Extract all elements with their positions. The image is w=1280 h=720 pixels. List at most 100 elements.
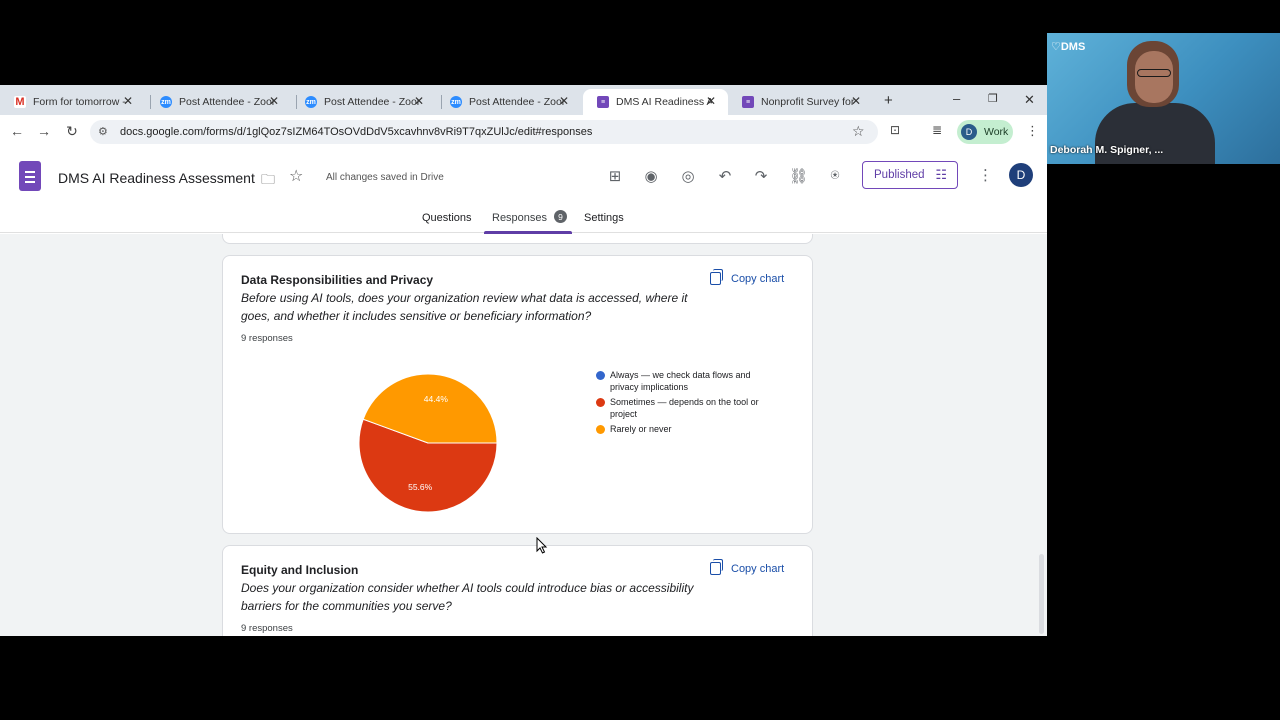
tab-title: Nonprofit Survey for (	[761, 96, 857, 108]
restore-icon[interactable]: ❐	[988, 92, 998, 105]
question-text: Before using AI tools, does your organiz…	[241, 291, 688, 323]
forward-icon[interactable]: →	[35, 123, 53, 139]
close-icon[interactable]: ✕	[706, 94, 716, 108]
addon-icon[interactable]: ⊞	[606, 167, 624, 185]
responses-count-badge: 9	[554, 210, 567, 223]
tab-questions[interactable]: Questions	[422, 212, 472, 224]
palette-icon[interactable]: ◉	[642, 167, 660, 185]
copy-icon	[710, 269, 723, 285]
account-avatar[interactable]: D	[1009, 163, 1033, 187]
site-info-icon[interactable]: ⚙	[98, 125, 108, 138]
legend-label: Rarely or never	[610, 424, 672, 434]
tab-responses[interactable]: Responses	[492, 212, 547, 224]
question-text: Does your organization consider whether …	[241, 581, 694, 613]
pie-data-label: 55.6%	[408, 482, 433, 492]
redo-icon[interactable]: ↷	[752, 167, 770, 185]
copy-chart-label: Copy chart	[731, 272, 785, 285]
response-count: 9 responses	[241, 623, 293, 634]
copy-chart-button[interactable]: Copy chart	[710, 269, 785, 285]
close-icon[interactable]: ✕	[851, 94, 861, 108]
summary-card: Equity and Inclusion Does your organizat…	[222, 545, 813, 636]
close-icon[interactable]: ✕	[269, 94, 279, 108]
media-icon[interactable]: ≣	[932, 123, 942, 137]
url-text: docs.google.com/forms/d/1glQoz7sIZM64TOs…	[120, 126, 593, 138]
browser-tab[interactable]: zm Post Attendee - Zoom ✕	[291, 89, 436, 115]
lens-icon[interactable]: ⊡	[890, 123, 900, 137]
back-icon[interactable]: ←	[8, 123, 26, 139]
folder-icon[interactable]: 🗀	[261, 169, 275, 193]
legend-label: Sometimes — depends on the tool or proje…	[610, 397, 759, 419]
legend-swatch	[596, 371, 605, 380]
gmail-icon: M	[14, 96, 26, 108]
browser-window: M Form for tomorrow - c ✕ zm Post Attend…	[0, 85, 1047, 636]
copy-chart-label: Copy chart	[731, 562, 785, 575]
close-icon[interactable]: ✕	[559, 94, 569, 108]
star-icon[interactable]: ☆	[289, 166, 303, 186]
legend-item: Rarely or never	[596, 423, 776, 435]
tab-title: Post Attendee - Zoom	[469, 96, 565, 108]
profile-button[interactable]: D Work	[957, 120, 1013, 144]
browser-menu-icon[interactable]: ⋮	[1026, 123, 1039, 139]
zoom-icon: zm	[305, 96, 317, 108]
reload-icon[interactable]: ↻	[63, 123, 81, 140]
browser-tab-active[interactable]: ≡ DMS AI Readiness Ass ✕	[583, 89, 728, 115]
forms-header: DMS AI Readiness Assessment 🗀 ☆ All chan…	[0, 149, 1047, 234]
mouse-cursor-icon	[536, 537, 548, 554]
tab-title: Form for tomorrow - c	[33, 96, 129, 108]
url-field[interactable]: ⚙ docs.google.com/forms/d/1glQoz7sIZM64T…	[90, 120, 878, 144]
tab-settings[interactable]: Settings	[584, 212, 624, 224]
browser-tab[interactable]: zm Post Attendee - Zoom ✕	[436, 89, 581, 115]
minimize-icon[interactable]: –	[953, 91, 960, 106]
tab-title: Post Attendee - Zoom	[324, 96, 420, 108]
save-status: All changes saved in Drive	[326, 172, 444, 183]
browser-tab[interactable]: ≡ Nonprofit Survey for ( ✕	[728, 89, 873, 115]
copy-icon	[710, 559, 723, 575]
question-section-title: Data Responsibilities and Privacy	[241, 273, 434, 287]
zoom-icon: zm	[160, 96, 172, 108]
add-collaborator-icon[interactable]: ⍟	[826, 167, 844, 184]
form-title[interactable]: DMS AI Readiness Assessment	[58, 170, 255, 186]
response-count: 9 responses	[241, 333, 293, 344]
window-close-icon[interactable]: ✕	[1024, 92, 1035, 108]
published-button[interactable]: Published ☷	[862, 161, 958, 189]
responses-content: Data Responsibilities and Privacy Before…	[0, 234, 1047, 636]
legend-swatch	[596, 425, 605, 434]
close-icon[interactable]: ✕	[414, 94, 424, 108]
summary-card: Data Responsibilities and Privacy Before…	[222, 255, 813, 534]
address-bar: ← → ↻ ⚙ docs.google.com/forms/d/1glQoz7s…	[0, 115, 1047, 149]
close-icon[interactable]: ✕	[123, 94, 133, 108]
browser-tab[interactable]: M Form for tomorrow - c ✕	[0, 89, 145, 115]
undo-icon[interactable]: ↶	[716, 167, 734, 185]
tune-icon: ☷	[935, 167, 947, 182]
profile-label: Work	[984, 126, 1009, 138]
speaker-name: Deborah M. Spigner, ...	[1050, 144, 1164, 156]
profile-avatar: D	[961, 124, 977, 140]
video-tile: ♡DMS Deborah M. Spigner, ...	[1047, 33, 1280, 164]
legend-label: Always — we check data flows and privacy…	[610, 370, 751, 392]
tab-title: Post Attendee - Zoom	[179, 96, 275, 108]
dms-logo: ♡DMS	[1051, 41, 1086, 53]
zoom-icon: zm	[450, 96, 462, 108]
glasses-icon	[1137, 69, 1171, 77]
question-section-title: Equity and Inclusion	[241, 563, 359, 577]
legend-swatch	[596, 398, 605, 407]
published-label: Published	[874, 169, 925, 181]
legend-item: Sometimes — depends on the tool or proje…	[596, 396, 776, 420]
preview-eye-icon[interactable]: ◎	[679, 167, 697, 185]
browser-tab[interactable]: zm Post Attendee - Zoom ✕	[146, 89, 291, 115]
forms-icon: ≡	[742, 96, 754, 108]
tab-strip: M Form for tomorrow - c ✕ zm Post Attend…	[0, 85, 1047, 115]
pie-data-label: 44.4%	[424, 394, 449, 404]
link-icon[interactable]: ⛓	[789, 167, 808, 185]
more-vert-icon[interactable]: ⋮	[978, 166, 993, 184]
speaker-face	[1135, 51, 1173, 103]
new-tab-button[interactable]: +	[884, 92, 893, 109]
tab-title: DMS AI Readiness Ass	[616, 96, 712, 108]
copy-chart-button[interactable]: Copy chart	[710, 559, 785, 575]
summary-card	[222, 234, 813, 244]
forms-logo-icon[interactable]	[19, 161, 41, 191]
forms-icon: ≡	[597, 96, 609, 108]
legend-item: Always — we check data flows and privacy…	[596, 369, 776, 393]
bookmark-star-icon[interactable]: ☆	[852, 123, 865, 140]
scrollbar-thumb[interactable]	[1039, 554, 1044, 634]
